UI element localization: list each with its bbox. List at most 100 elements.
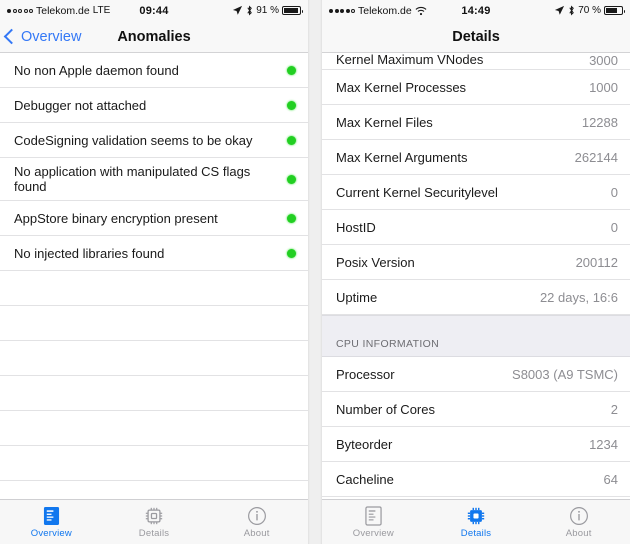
- detail-label: Processor: [336, 366, 395, 382]
- empty-row: [0, 376, 308, 411]
- tab-details[interactable]: Details: [103, 505, 206, 539]
- table-row[interactable]: HostID 0: [322, 210, 630, 245]
- status-ok-indicator-icon: [287, 248, 296, 258]
- detail-label: Uptime: [336, 289, 378, 305]
- table-row[interactable]: No injected libraries found: [0, 236, 308, 271]
- detail-value: 0: [610, 219, 618, 235]
- detail-value: 64: [603, 471, 618, 487]
- detail-label: Max Kernel Arguments: [336, 149, 468, 165]
- left-status-bar: Telekom.de LTE 09:44 91 %: [0, 0, 308, 21]
- phone-divider: [308, 0, 322, 544]
- detail-value: S8003 (A9 TSMC): [512, 366, 618, 382]
- battery-percent-label: 91 %: [256, 5, 279, 16]
- table-row[interactable]: Uptime 22 days, 16:6: [322, 280, 630, 315]
- table-row[interactable]: Byteorder 1234: [322, 427, 630, 462]
- table-row[interactable]: Debugger not attached: [0, 88, 308, 123]
- network-type-label: LTE: [92, 5, 111, 16]
- location-arrow-icon: [554, 5, 565, 16]
- detail-value: 200112: [575, 254, 618, 270]
- table-row[interactable]: Max Kernel Files 12288: [322, 105, 630, 140]
- anomaly-label: No application with manipulated CS flags…: [14, 164, 251, 194]
- right-status-bar: Telekom.de 14:49 70 %: [322, 0, 630, 21]
- detail-label: Byteorder: [336, 436, 393, 452]
- tab-overview[interactable]: Overview: [322, 505, 425, 539]
- anomaly-label: No non Apple daemon found: [14, 62, 179, 78]
- anomaly-label: AppStore binary encryption present: [14, 210, 218, 226]
- anomalies-list[interactable]: No non Apple daemon found Debugger not a…: [0, 53, 308, 499]
- status-ok-indicator-icon: [287, 65, 296, 75]
- wifi-icon: [415, 6, 427, 16]
- empty-row: [0, 446, 308, 481]
- detail-value: 1000: [589, 79, 618, 95]
- detail-label: Max Kernel Processes: [336, 79, 467, 95]
- right-tab-bar[interactable]: Overview Details About: [322, 499, 630, 544]
- detail-label: Posix Version: [336, 254, 415, 270]
- tab-details-label: Details: [138, 528, 170, 539]
- left-phone-screen: Telekom.de LTE 09:44 91 % Overview Anoma…: [0, 0, 308, 544]
- empty-row: [0, 271, 308, 306]
- detail-value: 3000: [589, 53, 618, 68]
- table-row[interactable]: CodeSigning validation seems to be okay: [0, 123, 308, 158]
- anomaly-label: Debugger not attached: [14, 97, 147, 113]
- status-ok-indicator-icon: [287, 174, 296, 184]
- back-button[interactable]: Overview: [0, 29, 81, 45]
- detail-label: Current Kernel Securitylevel: [336, 184, 498, 200]
- table-row[interactable]: Current Kernel Securitylevel 0: [322, 175, 630, 210]
- tab-about-label: About: [565, 528, 592, 539]
- tab-about-label: About: [243, 528, 270, 539]
- tab-overview-label: Overview: [352, 528, 394, 539]
- status-ok-indicator-icon: [287, 100, 296, 110]
- table-row[interactable]: Cacheline 64: [322, 462, 630, 497]
- table-row[interactable]: Max Kernel Arguments 262144: [322, 140, 630, 175]
- chevron-left-icon: [3, 28, 20, 45]
- empty-row: [0, 481, 308, 499]
- left-tab-bar[interactable]: Overview Details About: [0, 499, 308, 544]
- left-nav-bar: Overview Anomalies: [0, 21, 308, 53]
- table-row[interactable]: Processor S8003 (A9 TSMC): [322, 357, 630, 392]
- section-header-cpu-information: CPU INFORMATION: [322, 315, 630, 357]
- battery-percent-label: 70 %: [578, 5, 601, 16]
- detail-value: 2: [610, 401, 618, 417]
- table-row[interactable]: Number of Cores 2: [322, 392, 630, 427]
- detail-label: Number of Cores: [336, 401, 435, 417]
- info-circle-icon: [569, 505, 589, 526]
- detail-label: HostID: [336, 219, 376, 235]
- detail-label: Cacheline: [336, 471, 394, 487]
- back-button-label: Overview: [21, 28, 82, 45]
- battery-icon: [282, 6, 303, 15]
- empty-row: [0, 306, 308, 341]
- table-row[interactable]: AppStore binary encryption present: [0, 201, 308, 236]
- bluetooth-icon: [568, 5, 575, 16]
- table-row[interactable]: Max Kernel Processes 1000: [322, 70, 630, 105]
- table-row[interactable]: No application with manipulated CS flags…: [0, 158, 308, 201]
- empty-row: [0, 411, 308, 446]
- right-nav-bar: Details: [322, 21, 630, 53]
- anomaly-label: CodeSigning validation seems to be okay: [14, 132, 253, 148]
- tab-details-label: Details: [460, 528, 492, 539]
- table-row[interactable]: No non Apple daemon found: [0, 53, 308, 88]
- tab-overview-label: Overview: [30, 528, 72, 539]
- battery-icon: [604, 6, 625, 15]
- document-list-icon: [365, 505, 382, 526]
- status-ok-indicator-icon: [287, 135, 296, 145]
- info-circle-icon: [247, 505, 267, 526]
- detail-value: 262144: [574, 149, 618, 165]
- tab-about[interactable]: About: [205, 505, 308, 539]
- carrier-label: Telekom.de: [36, 4, 90, 17]
- table-row[interactable]: Posix Version 200112: [322, 245, 630, 280]
- cpu-chip-icon: [144, 505, 164, 526]
- right-phone-screen: Telekom.de 14:49 70 % Details Kernel Max…: [322, 0, 630, 544]
- details-list[interactable]: Kernel Maximum VNodes 3000 Max Kernel Pr…: [322, 53, 630, 499]
- cellular-signal-dots-icon: [7, 8, 33, 13]
- table-row[interactable]: Kernel Maximum VNodes 3000: [322, 53, 630, 70]
- detail-value: 1234: [589, 436, 618, 452]
- cpu-chip-icon: [466, 505, 486, 526]
- bluetooth-icon: [246, 5, 253, 16]
- empty-row: [0, 341, 308, 376]
- document-list-icon: [43, 505, 60, 526]
- tab-details[interactable]: Details: [425, 505, 528, 539]
- tab-about[interactable]: About: [527, 505, 630, 539]
- tab-overview[interactable]: Overview: [0, 505, 103, 539]
- location-arrow-icon: [232, 5, 243, 16]
- detail-value: 22 days, 16:6: [539, 289, 618, 305]
